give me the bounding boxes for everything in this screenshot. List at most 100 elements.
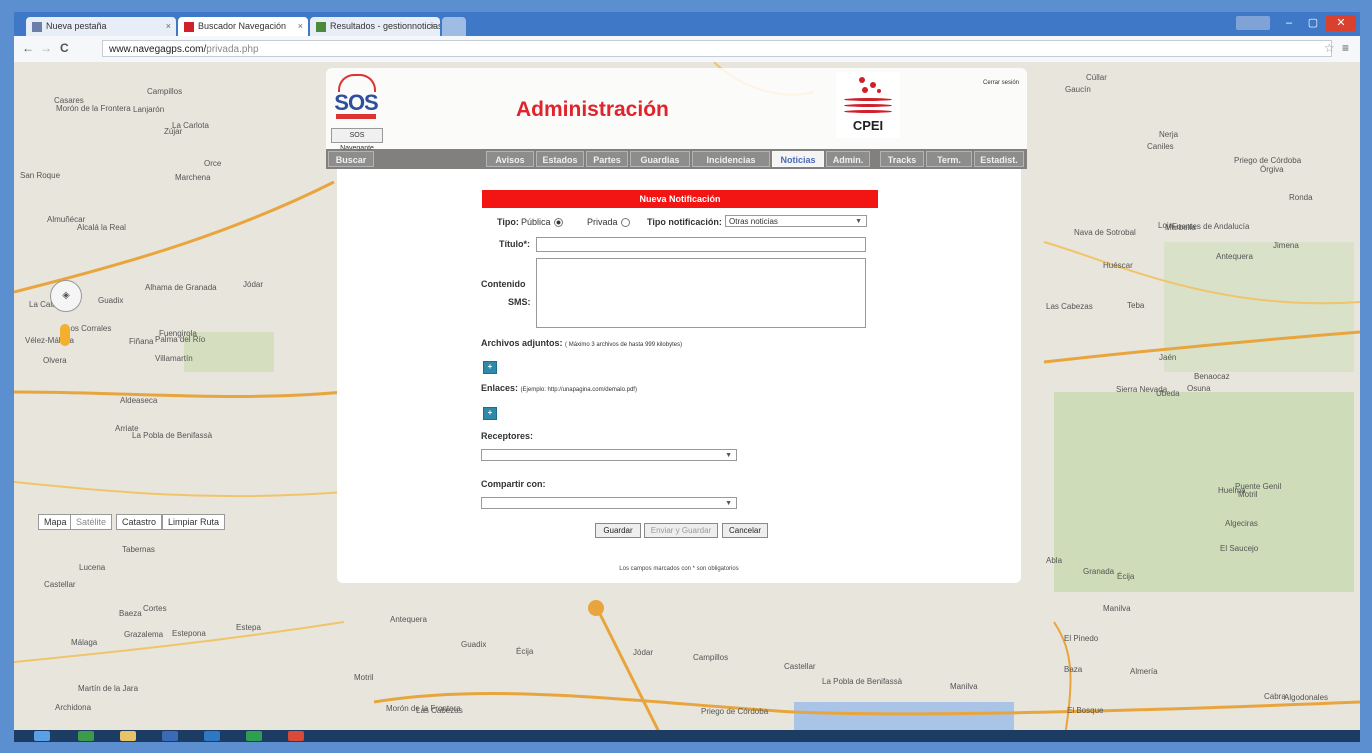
- menu-item-tracks[interactable]: Tracks: [880, 151, 924, 167]
- clear-route-button[interactable]: Limpiar Ruta: [162, 514, 226, 530]
- map-place-label: Las Cabezas: [1046, 302, 1093, 311]
- admin-header: SOS SOS Navegante Administración CPEI Ce…: [326, 68, 1027, 152]
- menu-item-term[interactable]: Term.: [926, 151, 972, 167]
- tab-favicon-icon: [32, 21, 42, 32]
- send-and-save-button[interactable]: Enviar y Guardar: [644, 523, 718, 538]
- map-place-label: El Saucejo: [1220, 544, 1259, 553]
- tab-close-icon[interactable]: ×: [430, 17, 435, 36]
- logout-link[interactable]: Cerrar sesión: [983, 80, 1019, 86]
- compartir-select[interactable]: ▼: [481, 497, 737, 509]
- map-place-label: La Pobla de Benifassà: [822, 677, 903, 686]
- menu-item-guardias[interactable]: Guardias: [630, 151, 690, 167]
- map-place-label: Alcalá la Real: [77, 223, 126, 232]
- taskbar-app-icon[interactable]: [162, 731, 178, 741]
- map-place-label: El Pinedo: [1064, 634, 1099, 643]
- map-place-label: Benaocaz: [1194, 372, 1230, 381]
- map-marker-icon[interactable]: [588, 600, 604, 616]
- map-place-label: Estepa: [236, 623, 261, 632]
- map-place-label: Teba: [1127, 301, 1145, 310]
- map-place-label: Nerja: [1159, 130, 1179, 139]
- map-place-label: Sierra Nevada: [1116, 385, 1168, 394]
- enlaces-hint: (Ejemplo: http://unapagina.com/demalo.pd…: [520, 387, 637, 393]
- menu-item-buscar[interactable]: Buscar: [328, 151, 374, 167]
- archivos-adjuntos-label: Archivos adjuntos: ( Máximo 3 archivos d…: [481, 338, 682, 348]
- radio-privada[interactable]: Privada: [587, 217, 630, 228]
- cpei-logo: CPEI: [836, 72, 900, 138]
- menu-item-admin[interactable]: Admin.: [826, 151, 870, 167]
- map-place-label: Villamartín: [155, 354, 193, 363]
- tab-close-icon[interactable]: ×: [298, 17, 303, 36]
- user-profile-button[interactable]: [1236, 16, 1270, 30]
- bookmark-star-icon[interactable]: ☆: [1324, 41, 1335, 55]
- menu-item-noticias[interactable]: Noticias: [772, 151, 824, 167]
- cadastre-button[interactable]: Catastro: [116, 514, 163, 530]
- tab-close-icon[interactable]: ×: [166, 17, 171, 36]
- browser-tab-active[interactable]: Buscador Navegación ×: [178, 17, 308, 36]
- maximize-icon[interactable]: ▢: [1302, 15, 1324, 31]
- archivos-label: Archivos adjuntos:: [481, 338, 563, 348]
- close-window-icon[interactable]: ✕: [1326, 15, 1356, 31]
- cancel-button[interactable]: Cancelar: [722, 523, 768, 538]
- browser-tab[interactable]: Nueva pestaña ×: [26, 17, 176, 36]
- map-pan-control[interactable]: ◈: [50, 280, 82, 312]
- titulo-input[interactable]: [536, 237, 866, 252]
- map-type-satellite-button[interactable]: Satélite: [70, 514, 113, 530]
- map-place-label: Fuengirola: [159, 329, 197, 338]
- new-tab-button[interactable]: [442, 17, 466, 36]
- map-place-label: Marchena: [175, 173, 211, 182]
- menu-item-estadist[interactable]: Estadist.: [974, 151, 1024, 167]
- tipo-notificacion-select[interactable]: Otras noticias ▼: [725, 215, 867, 227]
- menu-item-incidencias[interactable]: Incidencias: [692, 151, 770, 167]
- map-type-map-button[interactable]: Mapa: [38, 514, 73, 530]
- browser-menu-icon[interactable]: ≡: [1342, 41, 1349, 55]
- contenido-textarea[interactable]: [536, 258, 866, 328]
- tipo-label: Tipo:: [497, 217, 519, 227]
- map-place-label: Fiñana: [129, 337, 154, 346]
- menu-item-estados[interactable]: Estados: [536, 151, 584, 167]
- chrome-icon[interactable]: [288, 731, 304, 741]
- url-input[interactable]: www.navegagps.com/privada.php: [102, 40, 1332, 57]
- sos-navigator-link[interactable]: SOS Navegante: [331, 128, 383, 152]
- map-place-label: Archidona: [55, 703, 92, 712]
- taskbar-app-icon[interactable]: [78, 731, 94, 741]
- map-place-label: El Bosque: [1067, 706, 1104, 715]
- map-place-label: Motril: [354, 673, 374, 682]
- menu-item-avisos[interactable]: Avisos: [486, 151, 534, 167]
- map-place-label: Algeciras: [1225, 519, 1258, 528]
- reload-icon[interactable]: C: [60, 41, 69, 55]
- start-icon[interactable]: [34, 731, 50, 741]
- map-place-label: Málaga: [71, 638, 98, 647]
- windows-taskbar: [14, 730, 1360, 742]
- map-place-label: Cabra: [1264, 692, 1286, 701]
- map-place-label: Las Cabezas: [416, 706, 463, 715]
- tab-label: Buscador Navegación: [198, 21, 287, 31]
- menu-item-partes[interactable]: Partes: [586, 151, 628, 167]
- browser-tab[interactable]: Resultados - gestionnoticias ×: [310, 17, 440, 36]
- tab-label: Resultados - gestionnoticias: [330, 21, 440, 31]
- map-place-label: Castellar: [784, 662, 816, 671]
- radio-publica-label: Pública: [521, 217, 551, 227]
- sos-logo-text: SOS: [334, 90, 378, 115]
- minimize-icon[interactable]: –: [1278, 15, 1300, 31]
- map-place-label: Priego de Córdoba: [701, 707, 769, 716]
- browser-address-bar: ← → C www.navegagps.com/privada.php ☆ ≡: [14, 36, 1360, 63]
- add-link-button[interactable]: +: [483, 407, 497, 420]
- add-file-button[interactable]: +: [483, 361, 497, 374]
- map-place-label: Baeza: [119, 609, 142, 618]
- contenido-label: Contenido: [481, 279, 526, 289]
- folder-icon[interactable]: [120, 731, 136, 741]
- radio-privada-input[interactable]: [620, 218, 630, 228]
- radio-publica-input[interactable]: [553, 218, 563, 228]
- forward-icon[interactable]: →: [40, 41, 52, 55]
- street-view-pegman-icon[interactable]: [60, 324, 70, 346]
- radio-publica[interactable]: Pública: [521, 217, 563, 228]
- receptores-select[interactable]: ▼: [481, 449, 737, 461]
- map-place-label: Orce: [204, 159, 222, 168]
- taskbar-app-icon[interactable]: [204, 731, 220, 741]
- save-button[interactable]: Guardar: [595, 523, 641, 538]
- taskbar-app-icon[interactable]: [246, 731, 262, 741]
- map-place-label: Ronda: [1289, 193, 1313, 202]
- back-icon[interactable]: ←: [22, 41, 34, 55]
- map-place-label: Jódar: [633, 648, 654, 657]
- map-place-label: Algodonales: [1284, 693, 1329, 702]
